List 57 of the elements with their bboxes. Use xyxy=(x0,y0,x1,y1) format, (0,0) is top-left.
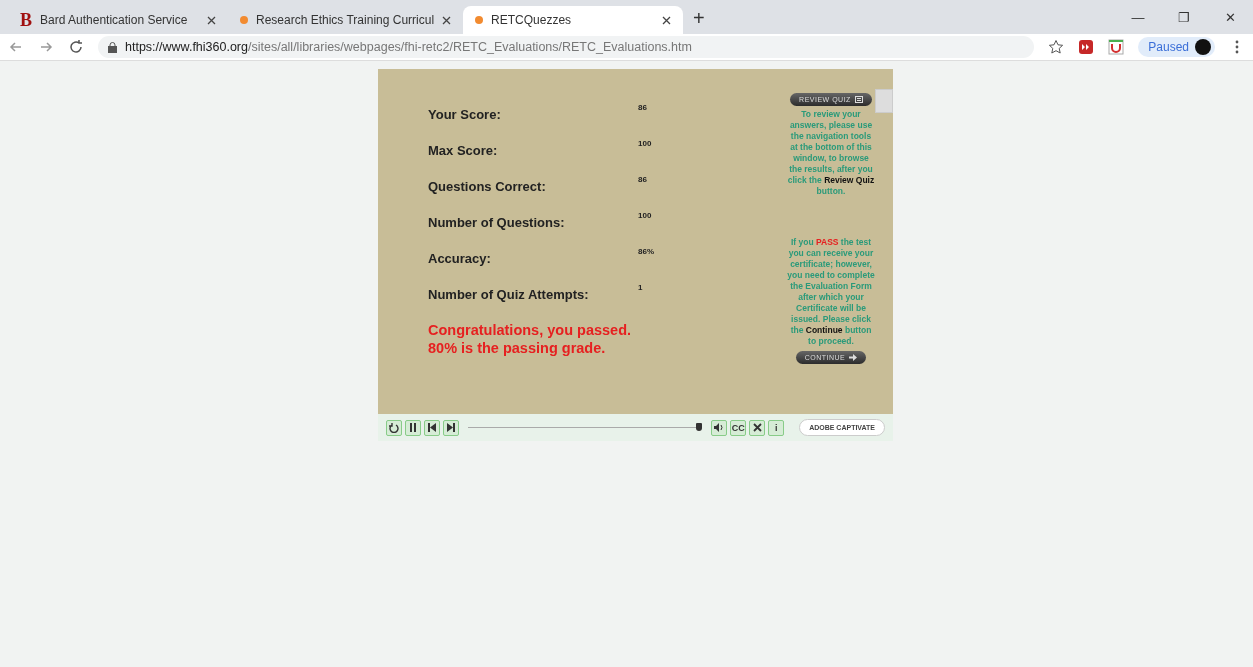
rewind-button[interactable] xyxy=(386,419,402,436)
lock-icon xyxy=(108,41,117,53)
result-value: 100 xyxy=(638,139,652,150)
result-label: Number of Quiz Attempts: xyxy=(428,286,590,304)
volume-button[interactable] xyxy=(711,419,728,436)
list-icon xyxy=(854,96,863,103)
tab-title: Bard Authentication Service xyxy=(40,13,189,27)
close-button[interactable] xyxy=(749,419,766,436)
previous-icon xyxy=(428,423,436,432)
result-value: 86% xyxy=(638,247,654,258)
new-tab-button[interactable]: + xyxy=(683,7,715,34)
close-icon xyxy=(752,423,762,432)
window-control[interactable]: ✕ xyxy=(1207,9,1253,25)
result-label: Accuracy: xyxy=(428,250,492,268)
close-icon[interactable] xyxy=(442,15,452,25)
tab-dot-icon xyxy=(475,16,484,24)
profile-button[interactable]: Paused xyxy=(1138,37,1215,57)
browser-tab[interactable]: Research Ethics Training Curricul xyxy=(228,6,464,34)
result-value: 86 xyxy=(638,175,647,186)
pass-message: 80% is the passing grade. xyxy=(428,339,607,357)
star-icon[interactable] xyxy=(1048,39,1065,55)
window-control[interactable]: — xyxy=(1115,9,1161,25)
pass-instructions: If you PASS the test you can receive your certificate; however, you need to complete the Evaluation Form after which your Certificate will be issued. Please click the Continue button to proceed. xyxy=(787,237,875,347)
result-value: 1 xyxy=(638,283,643,294)
tab-title: RETCQuezzes xyxy=(491,13,573,27)
pause-icon xyxy=(409,423,417,432)
tab-title: Research Ethics Training Curricul xyxy=(256,13,435,27)
tab-dot-icon xyxy=(240,16,248,24)
result-label: Max Score: xyxy=(428,142,499,160)
previous-button[interactable] xyxy=(424,419,440,436)
browser-tab[interactable]: RETCQuezzes xyxy=(463,6,684,34)
result-value: 86 xyxy=(638,103,647,114)
rewind-icon xyxy=(389,422,399,433)
result-value: 100 xyxy=(638,211,652,222)
arrow-icon xyxy=(849,354,858,361)
review-instructions: To review your answers, please use the navigation tools at the bottom of this window, to browse the results, after you click the Review Quiz button. xyxy=(787,109,875,197)
scrollbar-thumb[interactable] xyxy=(875,89,893,113)
next-icon xyxy=(447,423,455,432)
browser-tab[interactable]: B Bard Authentication Service xyxy=(8,6,228,34)
close-icon[interactable] xyxy=(207,15,216,25)
captions-button[interactable]: CC xyxy=(730,419,747,436)
pass-message: Congratulations, you passed. xyxy=(428,321,633,339)
info-button[interactable]: i xyxy=(768,419,785,436)
extension-icon[interactable] xyxy=(1078,39,1095,55)
pause-button[interactable] xyxy=(405,419,421,436)
reload-icon[interactable] xyxy=(68,39,84,55)
result-label: Questions Correct: xyxy=(428,178,547,196)
next-button[interactable] xyxy=(443,419,459,436)
result-label: Number of Questions: xyxy=(428,214,566,232)
window-control[interactable]: ❐ xyxy=(1161,9,1207,25)
site-logo: B xyxy=(20,9,32,31)
speaker-icon xyxy=(714,423,725,432)
result-label: Your Score: xyxy=(428,106,502,124)
url-text: https://www.fhi360.org/sites/all/libraries/webpages/fhi-retc2/RETC_Evaluations/RETC_Evaluations.htm xyxy=(125,40,692,54)
extension-icon[interactable] xyxy=(1108,39,1125,55)
close-icon[interactable] xyxy=(662,15,672,25)
address-bar[interactable]: https://www.fhi360.org/sites/all/libraries/webpages/fhi-retc2/RETC_Evaluations/RETC_Evaluations.htm xyxy=(98,36,1035,58)
